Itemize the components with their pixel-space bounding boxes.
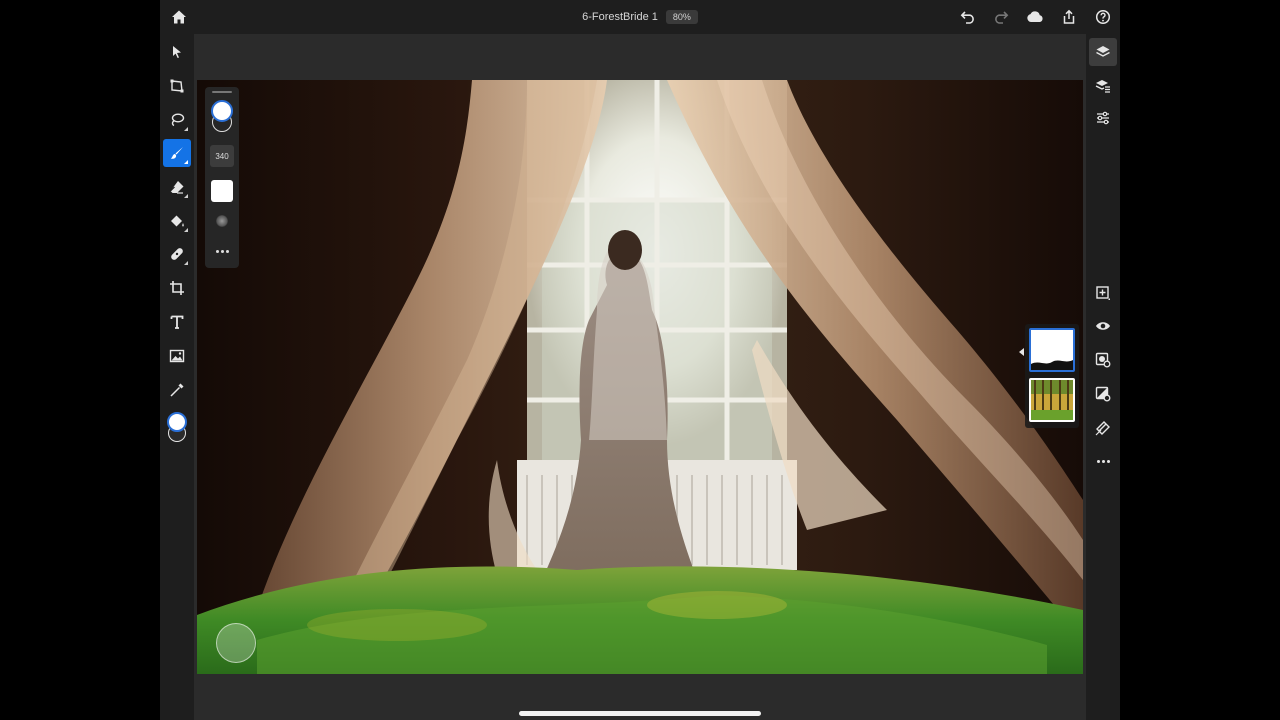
layer-properties-icon: [1095, 78, 1111, 94]
foreground-color-swatch[interactable]: [167, 412, 187, 432]
cloud-icon[interactable]: [1022, 4, 1048, 30]
lasso-icon: [169, 112, 185, 128]
arrow-cursor-icon: [170, 45, 184, 59]
adjustment-layer-button[interactable]: [1089, 380, 1117, 408]
eraser-icon: [169, 179, 185, 195]
brush-tool[interactable]: [163, 139, 191, 167]
layer-thumbnails: [1019, 324, 1079, 428]
type-icon: [169, 314, 185, 330]
eraser-tool[interactable]: [163, 173, 191, 201]
clipping-button[interactable]: [1089, 414, 1117, 442]
select-tool[interactable]: [163, 38, 191, 66]
paint-bucket-icon: [169, 213, 185, 229]
type-tool[interactable]: [163, 308, 191, 336]
more-layer-options-button[interactable]: [1089, 447, 1117, 475]
eyedropper-tool[interactable]: [163, 376, 191, 404]
adjustments-button[interactable]: [1089, 104, 1117, 132]
layers-button[interactable]: [1089, 38, 1117, 66]
add-layer-icon: [1095, 285, 1111, 301]
adjustment-layer-icon: [1095, 386, 1111, 402]
document-image: [197, 80, 1083, 674]
healing-tool[interactable]: [163, 240, 191, 268]
mask-icon: [1095, 352, 1111, 368]
tool-options-corner: [184, 160, 188, 164]
brush-options-panel: 340: [205, 87, 239, 268]
clipping-icon: [1095, 420, 1111, 436]
tool-options-corner: [184, 127, 188, 131]
tool-options-corner: [184, 228, 188, 232]
adjustments-icon: [1095, 110, 1111, 126]
top-bar: 6-ForestBride 1 80%: [160, 0, 1120, 34]
home-indicator[interactable]: [519, 711, 761, 716]
selected-layer-arrow-icon: [1019, 348, 1024, 356]
more-options-icon[interactable]: [212, 245, 232, 257]
touch-modifier-button[interactable]: [216, 623, 256, 663]
brush-opacity-swatch[interactable]: [211, 180, 233, 202]
layer-properties-button[interactable]: [1089, 72, 1117, 100]
add-layer-button[interactable]: [1089, 279, 1117, 307]
layers-icon: [1095, 44, 1111, 60]
forest-layer-thumbnail[interactable]: [1029, 378, 1075, 422]
healing-brush-icon: [169, 246, 185, 262]
brush-size[interactable]: 340: [210, 145, 234, 167]
panel-grip[interactable]: [212, 91, 232, 93]
more-icon: [1096, 459, 1110, 463]
mask-preview: [1031, 360, 1073, 370]
zoom-level[interactable]: 80%: [665, 10, 698, 24]
transform-tool[interactable]: [163, 72, 191, 100]
brush-color-swatches[interactable]: [210, 100, 234, 134]
tool-options-corner: [184, 261, 188, 265]
brush-hardness-icon[interactable]: [216, 215, 228, 227]
canvas[interactable]: [197, 80, 1083, 674]
fill-tool[interactable]: [163, 207, 191, 235]
eyedropper-icon: [169, 382, 185, 398]
visibility-button[interactable]: [1089, 312, 1117, 340]
right-taskbar: [1086, 34, 1120, 720]
undo-icon[interactable]: [955, 4, 981, 30]
photoshop-app: 6-ForestBride 1 80% 340: [160, 0, 1120, 720]
place-image-tool[interactable]: [163, 342, 191, 370]
lasso-tool[interactable]: [163, 106, 191, 134]
document-title[interactable]: 6-ForestBride 1: [582, 11, 658, 23]
forest-preview: [1031, 380, 1073, 420]
mask-layer-thumbnail[interactable]: [1029, 328, 1075, 372]
share-icon[interactable]: [1056, 4, 1082, 30]
visibility-eye-icon: [1095, 318, 1111, 334]
redo-icon[interactable]: [988, 4, 1014, 30]
help-icon[interactable]: [1090, 4, 1116, 30]
home-icon[interactable]: [166, 4, 192, 30]
left-toolbar: [160, 34, 194, 720]
image-icon: [169, 348, 185, 364]
mask-button[interactable]: [1089, 346, 1117, 374]
tool-options-corner: [184, 194, 188, 198]
crop-icon: [169, 280, 185, 296]
foreground-color-swatch: [211, 100, 233, 122]
color-swatches[interactable]: [166, 412, 190, 452]
brush-icon: [169, 145, 185, 161]
crop-tool[interactable]: [163, 274, 191, 302]
transform-icon: [169, 78, 185, 94]
